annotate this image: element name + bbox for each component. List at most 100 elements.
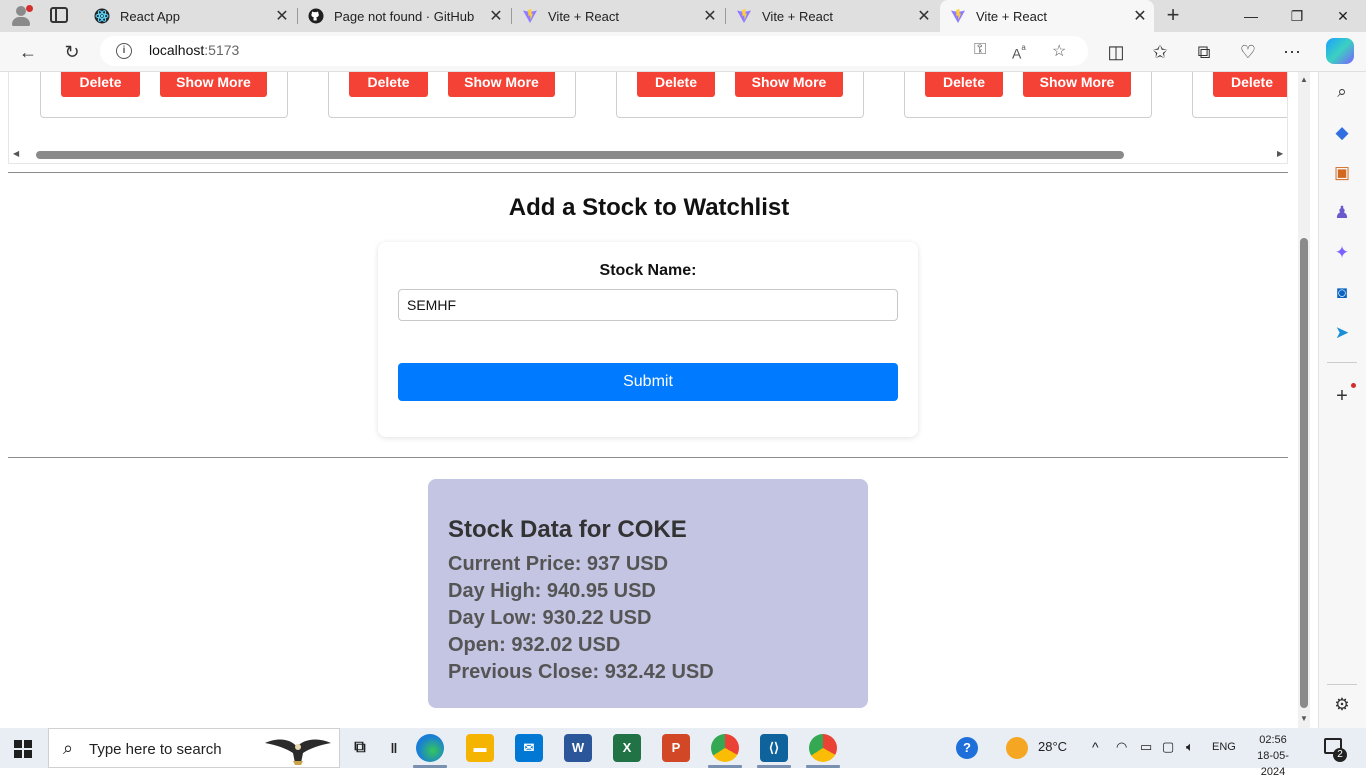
network-icon[interactable]: ◠ (1116, 739, 1127, 755)
close-tab-icon[interactable]: ✕ (1126, 6, 1154, 26)
watchlist-scroll-container[interactable]: Delete Show More Delete Show More Delete… (8, 72, 1288, 164)
close-window-icon[interactable]: ✕ (1320, 0, 1366, 32)
browser-tab-strip: React App ✕ Page not found · GitHub ✕ Vi… (0, 0, 1366, 32)
restore-icon[interactable]: ❐ (1274, 0, 1320, 32)
watchlist-card: Delete (1192, 72, 1287, 118)
horizontal-scroll-thumb[interactable] (36, 151, 1124, 159)
stock-name-input[interactable]: SEMHF (398, 289, 898, 321)
file-explorer-icon[interactable]: ▬ (466, 734, 494, 762)
delete-button[interactable]: Delete (61, 72, 140, 97)
more-menu-icon[interactable]: ⋯ (1278, 38, 1306, 66)
copilot-icon[interactable] (1326, 38, 1354, 64)
scroll-up-icon[interactable]: ▲ (1298, 75, 1310, 84)
browser-essentials-icon[interactable]: ♡ (1234, 38, 1262, 66)
open-price: Open: 932.02 USD (448, 634, 621, 656)
close-tab-icon[interactable]: ✕ (696, 6, 724, 26)
help-icon[interactable]: ? (956, 737, 978, 759)
refresh-icon[interactable]: ↻ (58, 38, 86, 66)
language-indicator[interactable]: ENG (1212, 741, 1236, 753)
settings-gear-icon[interactable]: ⚙ (1331, 694, 1353, 716)
tab-actions-icon[interactable] (50, 7, 68, 23)
powerpoint-icon[interactable]: P (662, 734, 690, 762)
shopping-tag-icon[interactable]: ◆ (1331, 122, 1353, 144)
scroll-down-icon[interactable]: ▼ (1298, 714, 1310, 723)
stock-data-card: Stock Data for COKE Current Price: 937 U… (428, 479, 868, 708)
url-text[interactable]: localhost:5173 (149, 42, 239, 58)
horizontal-scrollbar[interactable]: ◀ ▶ (13, 149, 1287, 160)
windows-start-icon[interactable] (14, 740, 32, 758)
favorites-icon[interactable]: ✩ (1146, 38, 1174, 66)
search-highlight-bird-icon (265, 739, 331, 765)
vite-logo-icon (951, 9, 965, 23)
key-icon[interactable]: ⚿ (974, 41, 986, 59)
close-tab-icon[interactable]: ✕ (268, 6, 296, 26)
submit-button[interactable]: Submit (398, 363, 898, 401)
delete-button[interactable]: Delete (1213, 72, 1287, 97)
watchlist-card: Delete Show More (616, 72, 864, 118)
favorite-star-icon[interactable]: ☆ (1052, 41, 1066, 61)
temperature[interactable]: 28°C (1038, 739, 1067, 754)
read-aloud-icon[interactable]: Aᵃ (1012, 43, 1026, 62)
tab-vite-react-2[interactable]: Vite + React ✕ (726, 0, 938, 32)
taskbar-search-placeholder: Type here to search (89, 741, 222, 758)
weather-icon[interactable] (1006, 737, 1028, 759)
clock-date: 18-05-2024 (1257, 750, 1289, 778)
show-more-button[interactable]: Show More (448, 72, 555, 97)
address-bar[interactable]: i localhost:5173 ⚿ Aᵃ ☆ (100, 36, 1088, 66)
edge-taskbar-icon[interactable] (416, 734, 444, 762)
mail-icon[interactable]: ✉ (515, 734, 543, 762)
browser-toolbar: ← ↻ i localhost:5173 ⚿ Aᵃ ☆ ◫ ✩ ⧉ ♡ ⋯ (0, 32, 1366, 72)
back-icon[interactable]: ← (14, 38, 42, 66)
scroll-right-icon[interactable]: ▶ (1277, 149, 1283, 158)
notification-count-badge: 2 (1333, 748, 1347, 762)
delete-button[interactable]: Delete (349, 72, 428, 97)
sidebar-divider (1327, 362, 1357, 363)
task-view-icon[interactable]: ⧉ (346, 734, 374, 762)
widgets-icon[interactable]: ‖ (380, 734, 408, 762)
new-tab-icon[interactable]: + (1162, 4, 1184, 28)
search-icon[interactable]: ⌕ (1331, 81, 1353, 103)
close-tab-icon[interactable]: ✕ (910, 6, 938, 26)
system-clock[interactable]: 02:56 18-05-2024 (1250, 732, 1296, 780)
send-icon[interactable]: ➤ (1331, 322, 1353, 344)
delete-button[interactable]: Delete (925, 72, 1003, 97)
add-sidebar-app-icon[interactable]: + (1331, 385, 1353, 407)
outlook-icon[interactable]: ◙ (1331, 282, 1353, 304)
tab-vite-react-1[interactable]: Vite + React ✕ (512, 0, 724, 32)
excel-icon[interactable]: X (613, 734, 641, 762)
page-viewport: Delete Show More Delete Show More Delete… (0, 72, 1298, 728)
tab-title: React App (120, 8, 180, 24)
tab-title: Vite + React (762, 8, 833, 24)
volume-icon[interactable]: 🔈︎ (1186, 739, 1194, 755)
vertical-scrollbar[interactable]: ▲ ▼ (1298, 72, 1310, 728)
delete-button[interactable]: Delete (637, 72, 715, 97)
split-screen-icon[interactable]: ◫ (1102, 38, 1130, 66)
word-icon[interactable]: W (564, 734, 592, 762)
taskbar-search-box[interactable]: ⌕ Type here to search (48, 728, 340, 768)
meet-now-icon[interactable]: ▢ (1162, 739, 1174, 755)
sidebar-divider (1327, 684, 1357, 685)
github-logo-icon (308, 8, 324, 24)
battery-icon[interactable]: ▭ (1140, 739, 1152, 755)
tab-github[interactable]: Page not found · GitHub ✕ (298, 0, 510, 32)
tools-icon[interactable]: ▣ (1331, 162, 1353, 184)
close-tab-icon[interactable]: ✕ (482, 6, 510, 26)
url-host: localhost (149, 42, 205, 58)
vscode-icon[interactable]: ⟨⟩ (760, 734, 788, 762)
games-icon[interactable]: ♟ (1331, 202, 1353, 224)
show-more-button[interactable]: Show More (160, 72, 267, 97)
minimize-icon[interactable]: — (1228, 0, 1274, 32)
copilot-sidebar-icon[interactable]: ✦ (1331, 242, 1353, 264)
scroll-left-icon[interactable]: ◀ (13, 149, 19, 158)
show-hidden-icons-chevron-icon[interactable]: ^ (1092, 739, 1099, 755)
tab-react-app[interactable]: React App ✕ (84, 0, 296, 32)
site-info-icon[interactable]: i (116, 43, 132, 59)
chrome-icon[interactable] (809, 734, 837, 762)
chrome-profile-m-icon[interactable] (711, 734, 739, 762)
profile-icon[interactable] (8, 4, 34, 28)
tab-vite-react-active[interactable]: Vite + React ✕ (940, 0, 1154, 32)
show-more-button[interactable]: Show More (1023, 72, 1131, 97)
show-more-button[interactable]: Show More (735, 72, 843, 97)
collections-icon[interactable]: ⧉ (1190, 38, 1218, 66)
vertical-scroll-thumb[interactable] (1300, 238, 1308, 708)
